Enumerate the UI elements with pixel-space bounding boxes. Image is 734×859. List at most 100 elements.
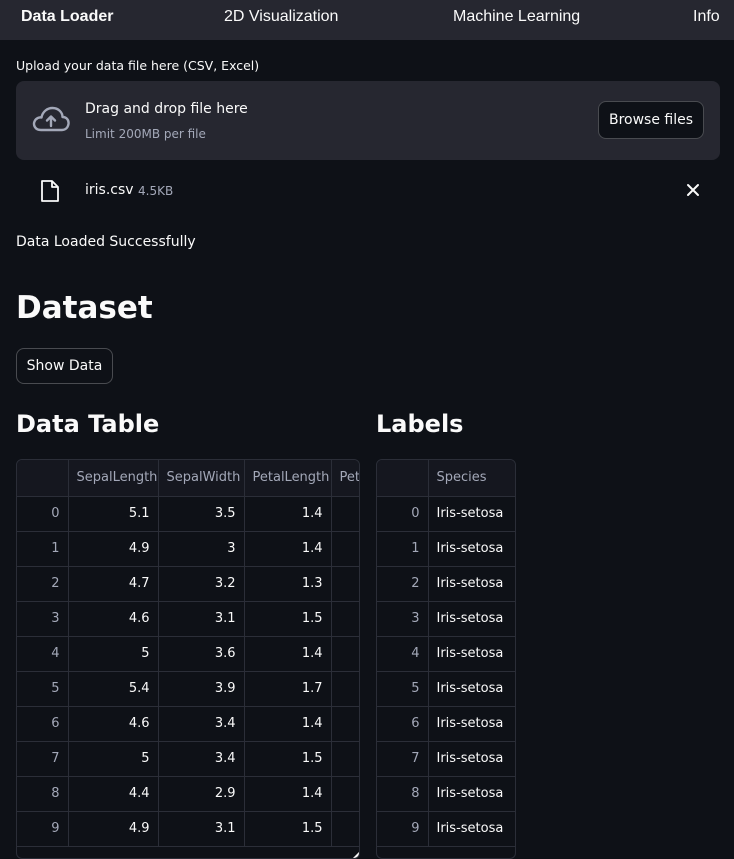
table-cell[interactable]: 5 bbox=[68, 636, 159, 672]
row-index[interactable]: 0 bbox=[377, 496, 429, 532]
row-index[interactable]: 8 bbox=[377, 776, 429, 812]
nav-item-data-loader[interactable]: Data Loader bbox=[21, 8, 113, 26]
table-row: 0 Iris-setosa bbox=[377, 496, 515, 532]
table-cell[interactable]: 1.4 bbox=[244, 531, 332, 567]
close-icon[interactable] bbox=[684, 181, 702, 203]
table-cell[interactable]: 0.4 bbox=[331, 671, 359, 707]
table-row: 34.63.11.50.2 bbox=[17, 601, 359, 637]
table-cell[interactable]: 1.5 bbox=[244, 601, 332, 637]
table-cell[interactable]: Iris-setosa bbox=[428, 776, 515, 812]
table-cell[interactable]: 1.4 bbox=[244, 636, 332, 672]
table-row: 24.73.21.30.2 bbox=[17, 566, 359, 602]
table-cell[interactable]: 0.2 bbox=[331, 531, 359, 567]
table-cell[interactable]: 3.1 bbox=[158, 811, 245, 847]
table-cell[interactable]: 0.2 bbox=[331, 776, 359, 812]
nav-item-info[interactable]: Info bbox=[693, 8, 720, 26]
table-row: 55.43.91.70.4 bbox=[17, 671, 359, 707]
table-cell[interactable]: 5.1 bbox=[68, 496, 159, 532]
row-index[interactable]: 6 bbox=[17, 706, 69, 742]
labels-table[interactable]: Species 0 Iris-setosa 1 Iris-setosa 2 Iris-se… bbox=[376, 459, 516, 859]
top-nav: Data Loader 2D Visualization Machine Lea… bbox=[0, 0, 734, 40]
table-cell[interactable]: Iris-setosa bbox=[428, 496, 515, 532]
data-table[interactable]: SepalLengthSepalWidthPetalLengthPetalWid… bbox=[16, 459, 360, 859]
row-index[interactable]: 6 bbox=[377, 706, 429, 742]
table-cell[interactable]: 2.9 bbox=[158, 776, 245, 812]
row-index[interactable]: 2 bbox=[377, 566, 429, 602]
row-index[interactable]: 0 bbox=[17, 496, 69, 532]
table-cell[interactable]: Iris-setosa bbox=[428, 706, 515, 742]
row-index[interactable]: 5 bbox=[377, 671, 429, 707]
table-cell[interactable]: 3.1 bbox=[158, 601, 245, 637]
table-cell[interactable]: Iris-setosa bbox=[428, 636, 515, 672]
table-cell[interactable]: 4.4 bbox=[68, 776, 159, 812]
index-column-header[interactable] bbox=[377, 460, 429, 497]
table-row: 8 Iris-setosa bbox=[377, 776, 515, 812]
row-index[interactable]: 4 bbox=[17, 636, 69, 672]
nav-item-2d-visualization[interactable]: 2D Visualization bbox=[224, 8, 338, 26]
table-cell[interactable]: 0.2 bbox=[331, 601, 359, 637]
table-cell[interactable]: 4.6 bbox=[68, 601, 159, 637]
table-cell[interactable]: Iris-setosa bbox=[428, 566, 515, 602]
row-index[interactable]: 8 bbox=[17, 776, 69, 812]
column-header[interactable]: Species bbox=[428, 460, 515, 497]
table-cell[interactable]: Iris-setosa bbox=[428, 601, 515, 637]
table-cell[interactable]: 4.7 bbox=[68, 566, 159, 602]
table-cell[interactable]: 1.5 bbox=[244, 811, 332, 847]
resize-handle[interactable] bbox=[353, 852, 359, 858]
table-cell[interactable]: 0.2 bbox=[331, 636, 359, 672]
table-cell[interactable]: 3.6 bbox=[158, 636, 245, 672]
table-cell[interactable]: 1.3 bbox=[244, 566, 332, 602]
table-cell[interactable]: 5 bbox=[68, 741, 159, 777]
table-cell[interactable]: 3.4 bbox=[158, 741, 245, 777]
row-index[interactable]: 1 bbox=[17, 531, 69, 567]
row-index[interactable]: 7 bbox=[17, 741, 69, 777]
column-header[interactable]: SepalLength bbox=[68, 460, 159, 497]
column-header[interactable]: PetalWidth bbox=[331, 460, 359, 497]
row-index[interactable]: 9 bbox=[377, 811, 429, 847]
table-cell[interactable]: 4.6 bbox=[68, 706, 159, 742]
table-cell[interactable]: 0.2 bbox=[331, 496, 359, 532]
column-header[interactable]: PetalLength bbox=[244, 460, 332, 497]
table-cell[interactable]: 3.2 bbox=[158, 566, 245, 602]
row-index[interactable]: 2 bbox=[17, 566, 69, 602]
row-index[interactable]: 4 bbox=[377, 636, 429, 672]
table-cell[interactable]: 1.4 bbox=[244, 706, 332, 742]
table-row: 3 Iris-setosa bbox=[377, 601, 515, 637]
table-cell[interactable]: 4.9 bbox=[68, 811, 159, 847]
file-dropzone[interactable]: Drag and drop file here Limit 200MB per … bbox=[16, 81, 720, 160]
table-cell[interactable]: 1.4 bbox=[244, 496, 332, 532]
row-index[interactable]: 3 bbox=[377, 601, 429, 637]
uploaded-file-size: 4.5KB bbox=[138, 184, 174, 198]
row-index[interactable]: 5 bbox=[17, 671, 69, 707]
row-index[interactable]: 3 bbox=[17, 601, 69, 637]
table-row: 7 Iris-setosa bbox=[377, 741, 515, 777]
table-cell[interactable]: 3 bbox=[158, 531, 245, 567]
table-cell[interactable]: 0.2 bbox=[331, 741, 359, 777]
dropzone-limit: Limit 200MB per file bbox=[85, 127, 206, 141]
row-index[interactable]: 1 bbox=[377, 531, 429, 567]
table-cell[interactable]: Iris-setosa bbox=[428, 671, 515, 707]
nav-item-machine-learning[interactable]: Machine Learning bbox=[453, 8, 580, 26]
index-column-header[interactable] bbox=[17, 460, 69, 497]
table-cell[interactable]: Iris-setosa bbox=[428, 741, 515, 777]
row-index[interactable]: 7 bbox=[377, 741, 429, 777]
show-data-button[interactable]: Show Data bbox=[16, 348, 113, 384]
table-cell[interactable]: 0.1 bbox=[331, 811, 359, 847]
table-cell[interactable]: 3.4 bbox=[158, 706, 245, 742]
table-cell[interactable]: 1.5 bbox=[244, 741, 332, 777]
table-cell[interactable]: 0.3 bbox=[331, 706, 359, 742]
table-cell[interactable]: 4.9 bbox=[68, 531, 159, 567]
table-cell[interactable]: 0.2 bbox=[331, 566, 359, 602]
table-cell[interactable]: 1.7 bbox=[244, 671, 332, 707]
table-cell[interactable]: 1.4 bbox=[244, 776, 332, 812]
dataset-heading: Dataset bbox=[16, 290, 153, 326]
column-header[interactable]: SepalWidth bbox=[158, 460, 245, 497]
table-cell[interactable]: 3.9 bbox=[158, 671, 245, 707]
table-cell[interactable]: 5.4 bbox=[68, 671, 159, 707]
browse-files-button[interactable]: Browse files bbox=[598, 101, 704, 139]
table-cell[interactable]: 3.5 bbox=[158, 496, 245, 532]
row-index[interactable]: 9 bbox=[17, 811, 69, 847]
table-cell[interactable]: Iris-setosa bbox=[428, 811, 515, 847]
table-row: 14.931.40.2 bbox=[17, 531, 359, 567]
table-cell[interactable]: Iris-setosa bbox=[428, 531, 515, 567]
